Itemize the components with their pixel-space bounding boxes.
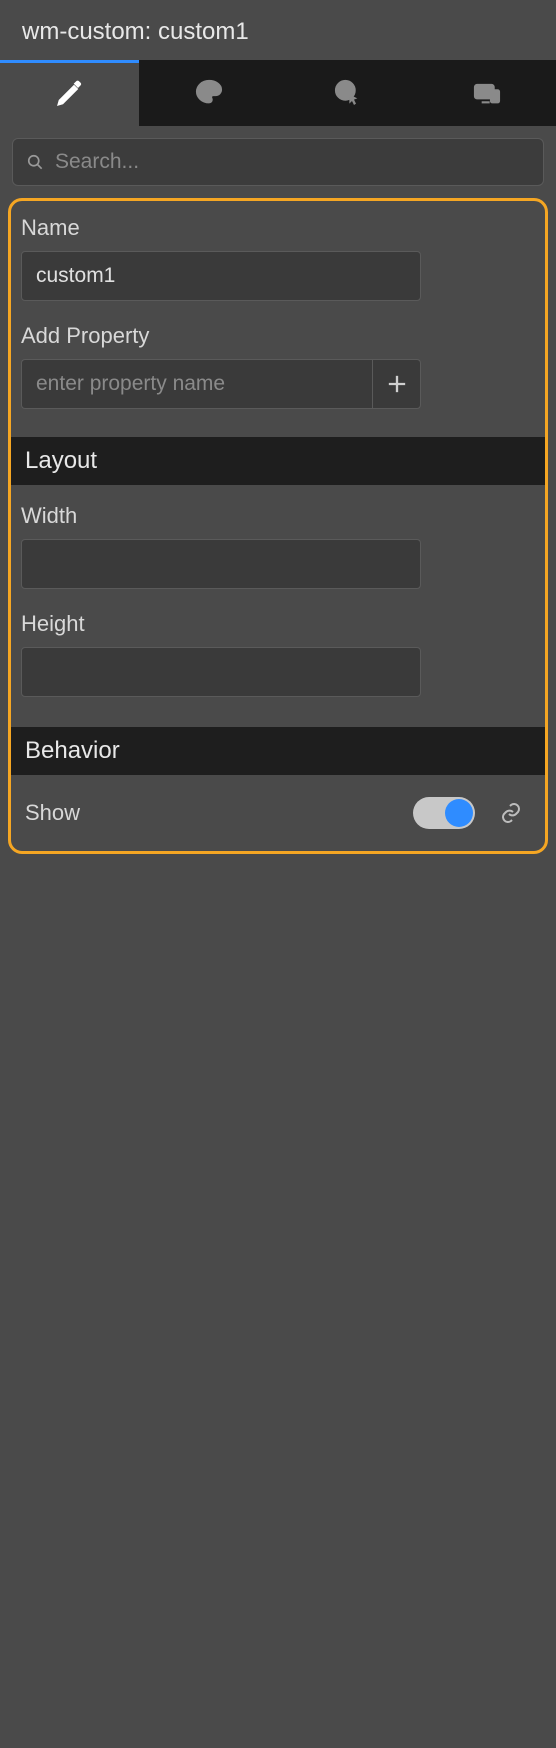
search-input[interactable]: [55, 150, 531, 174]
tab-bar: [0, 60, 556, 126]
toggle-knob: [445, 799, 473, 827]
tab-properties[interactable]: [0, 60, 139, 126]
search-icon: [25, 152, 45, 172]
tab-device[interactable]: [417, 60, 556, 126]
tab-events[interactable]: [278, 60, 417, 126]
search-input-wrap[interactable]: [12, 138, 544, 186]
add-property-button[interactable]: [372, 359, 421, 409]
show-label: Show: [25, 800, 397, 826]
plus-icon: [383, 370, 411, 398]
width-label: Width: [21, 503, 535, 529]
name-label: Name: [21, 215, 535, 241]
panel-title: wm-custom: custom1: [0, 0, 556, 60]
add-property-label: Add Property: [21, 323, 535, 349]
pencil-icon: [54, 77, 86, 109]
height-label: Height: [21, 611, 535, 637]
devices-icon: [471, 77, 503, 109]
show-bind-button[interactable]: [491, 801, 531, 825]
width-input[interactable]: [21, 539, 421, 589]
cursor-icon: [332, 77, 364, 109]
properties-panel: Name Add Property Layout Width Height Be…: [8, 198, 548, 854]
height-input[interactable]: [21, 647, 421, 697]
section-header-behavior[interactable]: Behavior: [11, 727, 545, 775]
tab-style[interactable]: [139, 60, 278, 126]
add-property-input[interactable]: [21, 359, 372, 409]
link-icon: [499, 801, 523, 825]
palette-icon: [193, 77, 225, 109]
name-input[interactable]: [21, 251, 421, 301]
section-header-layout[interactable]: Layout: [11, 437, 545, 485]
show-toggle[interactable]: [413, 797, 475, 829]
